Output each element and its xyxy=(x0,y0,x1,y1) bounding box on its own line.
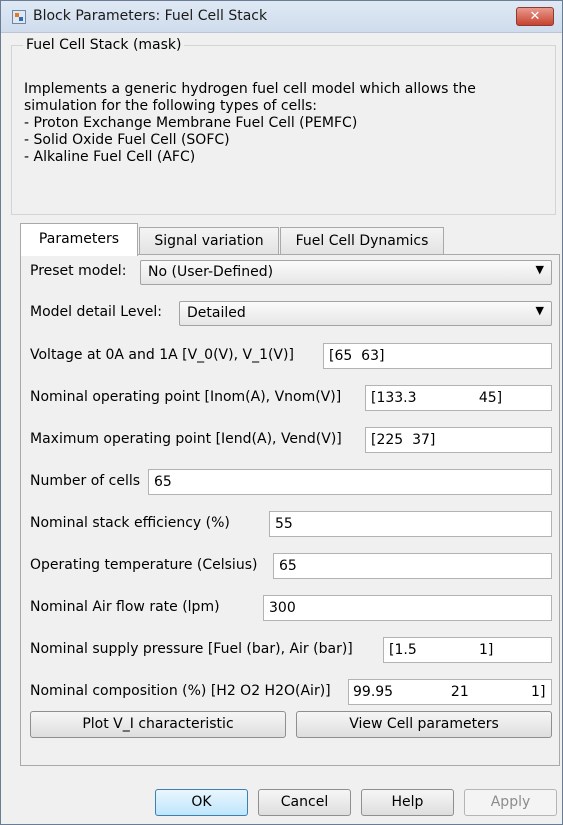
operating-temperature-value: 65 xyxy=(279,558,297,574)
operating-temperature-field[interactable]: 65 xyxy=(273,553,552,579)
dropdown-arrow-icon: ▼ xyxy=(535,304,544,317)
description-line: Implements a generic hydrogen fuel cell … xyxy=(24,81,476,97)
air-flow-rate-field[interactable]: 300 xyxy=(263,595,552,621)
model-detail-value: Detailed xyxy=(187,305,246,321)
supply-pressure-value: [1.5 1] xyxy=(389,642,494,658)
preset-model-dropdown[interactable]: No (User-Defined) ▼ xyxy=(140,260,552,285)
model-detail-label: Model detail Level: xyxy=(30,304,162,320)
description-line: - Alkaline Fuel Cell (AFC) xyxy=(24,149,196,165)
title-bar[interactable]: Block Parameters: Fuel Cell Stack ✕ xyxy=(1,1,562,33)
mask-title: Fuel Cell Stack (mask) xyxy=(23,37,185,53)
number-of-cells-field[interactable]: 65 xyxy=(148,469,552,495)
composition-label: Nominal composition (%) [H2 O2 H2O(Air)] xyxy=(30,683,331,699)
voltage-field[interactable]: [65 63] xyxy=(323,343,552,369)
view-cell-parameters-button[interactable]: View Cell parameters xyxy=(296,711,552,738)
description-line: - Solid Oxide Fuel Cell (SOFC) xyxy=(24,132,230,148)
stack-efficiency-value: 55 xyxy=(275,516,293,532)
preset-model-value: No (User-Defined) xyxy=(148,264,274,280)
plot-vi-characteristic-button[interactable]: Plot V_I characteristic xyxy=(30,711,286,738)
tab-parameters[interactable]: Parameters xyxy=(20,223,138,256)
composition-value: 99.95 21 1] xyxy=(353,684,546,700)
nominal-operating-point-label: Nominal operating point [Inom(A), Vnom(V… xyxy=(30,389,342,405)
tab-fuel-cell-dynamics[interactable]: Fuel Cell Dynamics xyxy=(280,227,444,255)
max-operating-point-label: Maximum operating point [Iend(A), Vend(V… xyxy=(30,431,342,447)
max-operating-point-field[interactable]: [225 37] xyxy=(365,427,552,453)
description-line: simulation for the following types of ce… xyxy=(24,98,318,114)
stack-efficiency-label: Nominal stack efficiency (%) xyxy=(30,515,230,531)
supply-pressure-field[interactable]: [1.5 1] xyxy=(383,637,552,663)
stack-efficiency-field[interactable]: 55 xyxy=(269,511,552,537)
voltage-label: Voltage at 0A and 1A [V_0(V), V_1(V)] xyxy=(30,347,294,363)
help-button[interactable]: Help xyxy=(361,789,454,816)
model-detail-dropdown[interactable]: Detailed ▼ xyxy=(179,301,552,326)
composition-field[interactable]: 99.95 21 1] xyxy=(348,679,552,705)
dialog-window: Block Parameters: Fuel Cell Stack ✕ Fuel… xyxy=(0,0,563,825)
max-operating-point-value: [225 37] xyxy=(371,432,436,448)
simulink-block-icon xyxy=(12,10,26,24)
operating-temperature-label: Operating temperature (Celsius) xyxy=(30,557,258,573)
window-title: Block Parameters: Fuel Cell Stack xyxy=(33,8,268,24)
cancel-button[interactable]: Cancel xyxy=(258,789,351,816)
voltage-value: [65 63] xyxy=(329,348,385,364)
close-button[interactable]: ✕ xyxy=(516,7,554,26)
supply-pressure-label: Nominal supply pressure [Fuel (bar), Air… xyxy=(30,641,353,657)
preset-model-label: Preset model: xyxy=(30,263,127,279)
nominal-operating-point-field[interactable]: [133.3 45] xyxy=(365,385,552,411)
tab-signal-variation[interactable]: Signal variation xyxy=(139,227,279,255)
number-of-cells-label: Number of cells xyxy=(30,473,141,489)
air-flow-rate-value: 300 xyxy=(269,600,296,616)
nominal-operating-point-value: [133.3 45] xyxy=(371,390,503,406)
dropdown-arrow-icon: ▼ xyxy=(535,263,544,276)
apply-button[interactable]: Apply xyxy=(464,789,557,816)
mask-description: Implements a generic hydrogen fuel cell … xyxy=(24,81,549,166)
description-line: - Proton Exchange Membrane Fuel Cell (PE… xyxy=(24,115,358,131)
ok-button[interactable]: OK xyxy=(155,789,248,816)
air-flow-rate-label: Nominal Air flow rate (lpm) xyxy=(30,599,220,615)
number-of-cells-value: 65 xyxy=(154,474,172,490)
